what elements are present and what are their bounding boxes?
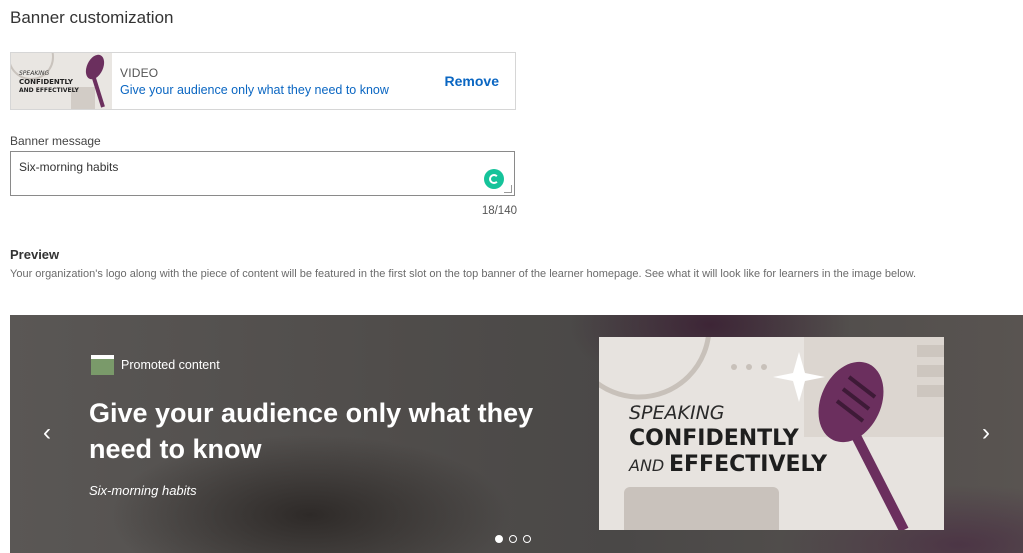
carousel-prev-icon[interactable]: ‹ <box>43 419 51 447</box>
carousel-dot[interactable] <box>495 535 503 543</box>
content-card-image: SPEAKING CONFIDENTLY AND EFFECTIVELY <box>599 337 944 530</box>
carousel-dots <box>495 535 531 543</box>
selected-video-card: SPEAKING CONFIDENTLY AND EFFECTIVELY VID… <box>10 52 516 110</box>
card-line-and: AND <box>628 456 664 475</box>
banner-message-value: Six-morning habits <box>19 160 119 174</box>
promoted-content-icon <box>91 355 114 375</box>
resize-handle-icon[interactable] <box>504 185 512 193</box>
promoted-content-label: Promoted content <box>121 358 220 372</box>
thumb-line-2: CONFIDENTLY <box>19 78 74 86</box>
character-count: 18/140 <box>481 205 517 217</box>
carousel-dot[interactable] <box>509 535 517 543</box>
carousel-dot[interactable] <box>523 535 531 543</box>
card-line-speaking: SPEAKING <box>629 402 725 424</box>
thumb-line-3: AND EFFECTIVELY <box>19 87 79 94</box>
carousel-next-icon[interactable]: › <box>982 419 990 447</box>
preview-description: Your organization's logo along with the … <box>10 268 917 280</box>
card-line-effectively: EFFECTIVELY <box>669 452 828 477</box>
banner-message-preview: Six-morning habits <box>89 483 197 498</box>
video-type-label: VIDEO <box>120 66 159 80</box>
grammarly-icon[interactable] <box>484 169 504 189</box>
section-title: Banner customization <box>10 8 174 27</box>
banner-message-input[interactable]: Six-morning habits <box>10 151 515 196</box>
remove-button[interactable]: Remove <box>445 73 499 89</box>
thumb-line-1: SPEAKING <box>19 70 50 77</box>
banner-title: Give your audience only what they need t… <box>89 398 534 464</box>
preview-banner: ‹ Promoted content Give your audience on… <box>10 315 1023 553</box>
preview-heading: Preview <box>10 247 60 262</box>
banner-message-label: Banner message <box>10 134 101 148</box>
card-line-confidently: CONFIDENTLY <box>629 426 800 451</box>
video-title-link[interactable]: Give your audience only what they need t… <box>120 83 389 97</box>
video-thumbnail: SPEAKING CONFIDENTLY AND EFFECTIVELY <box>11 53 112 109</box>
